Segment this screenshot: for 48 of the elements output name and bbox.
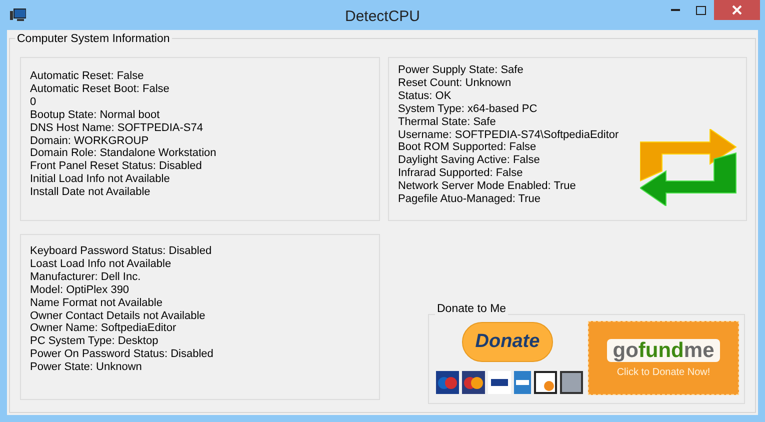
info-line: Daylight Saving Active: False (398, 154, 540, 168)
gofundme-banner[interactable]: gofundme Click to Donate Now! (588, 321, 739, 395)
info-line: Owner Name: SoftpediaEditor (30, 322, 176, 336)
info-line: PC System Type: Desktop (30, 335, 158, 348)
maximize-icon (696, 6, 706, 14)
banner-caption: Click to Donate Now! (616, 368, 710, 378)
info-line: Pagefile Atuo-Managed: True (398, 193, 540, 206)
close-icon (732, 5, 742, 15)
card-icon (462, 371, 485, 394)
info-line: Model: OptiPlex 390 (30, 284, 130, 297)
info-line: Front Panel Reset Status: Disabled (30, 160, 202, 174)
info-line: Keyboard Password Status: Disabled (30, 245, 212, 258)
info-line: Owner Contact Details not Available (30, 310, 206, 322)
card-icon (488, 371, 511, 394)
info-line: Manufacturer: Dell Inc. (30, 270, 141, 284)
info-line: Install Date not Available (30, 186, 150, 200)
info-line: Loast Load Info not Available (30, 258, 172, 271)
card-icon (534, 371, 557, 394)
info-line: Username: SOFTPEDIA-S74\SoftpediaEditor (398, 128, 619, 142)
minimize-icon (670, 8, 680, 12)
close-button[interactable] (714, 0, 760, 20)
info-line: Initial Load Info not Available (30, 173, 170, 186)
window-title: DetectCPU (344, 7, 420, 27)
info-line: Domain: WORKGROUP (30, 134, 149, 148)
info-line: Power On Password Status: Disabled (30, 348, 214, 362)
info-line: Domain Role: Standalone Workstation (30, 147, 216, 160)
info-line: 0 (30, 96, 36, 109)
info-line: Power State: Unknown (30, 361, 142, 374)
swap-arrows-icon (640, 129, 738, 206)
info-line: Automatic Reset Boot: False (30, 82, 170, 96)
computer-icon (10, 8, 26, 22)
info-line: Network Server Mode Enabled: True (398, 180, 576, 194)
info-line: Reset Count: Unknown (398, 76, 512, 90)
info-line: Name Format not Available (30, 296, 162, 310)
info-line: Thermal State: Safe (398, 116, 496, 129)
card-icon (514, 371, 531, 394)
info-line: DNS Host Name: SOFTPEDIA-S74 (30, 122, 203, 135)
info-line: Status: OK (398, 90, 452, 103)
donate-button[interactable]: Donate (462, 322, 553, 362)
banner-logo: gofundme (606, 338, 720, 362)
info-line: Bootup State: Normal boot (30, 108, 160, 122)
card-icon (436, 371, 459, 394)
info-line: Power Supply State: Safe (398, 64, 524, 77)
card-icon (560, 371, 583, 394)
info-line: Automatic Reset: False (30, 70, 144, 83)
info-line: Infrarad Supported: False (398, 167, 523, 180)
info-line: System Type: x64-based PC (398, 102, 538, 116)
info-line: Boot ROM Supported: False (398, 141, 536, 154)
